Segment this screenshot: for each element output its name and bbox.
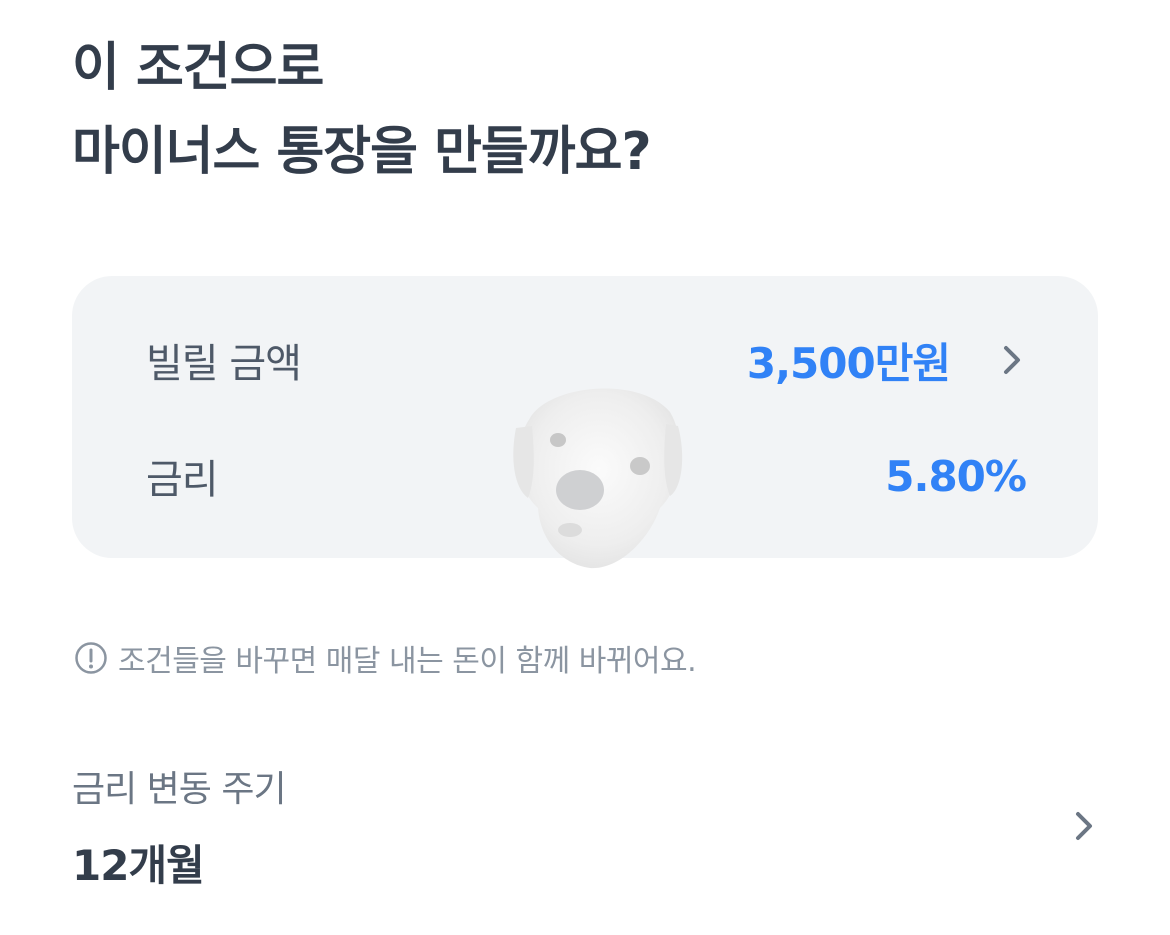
chevron-right-icon[interactable]: [1070, 806, 1098, 846]
loan-amount-label: 빌릴 금액: [146, 341, 302, 387]
rate-change-period-row[interactable]: 금리 변동 주기 12개월: [72, 760, 1098, 890]
info-circle-icon: [74, 641, 108, 675]
conditions-card: 빌릴 금액 3,500만원 금리 5.80%: [72, 276, 1098, 558]
interest-rate-label: 금리: [146, 457, 219, 503]
page-title-line-2: 마이너스 통장을 만들까요?: [72, 122, 652, 182]
rate-change-period-label: 금리 변동 주기: [72, 769, 287, 810]
notice-text: 조건들을 바꾸면 매달 내는 돈이 함께 바뀌어요.: [118, 644, 697, 679]
interest-rate-row: 금리 5.80%: [146, 446, 1027, 506]
loan-amount-value: 3,500만원: [746, 338, 951, 388]
rate-change-period-value: 12개월: [72, 841, 205, 890]
interest-rate-value: 5.80%: [885, 451, 1027, 501]
chevron-right-icon[interactable]: [998, 340, 1026, 380]
page-title: 이 조건으로 마이너스 통장을 만들까요?: [72, 26, 652, 194]
loan-amount-row[interactable]: 빌릴 금액 3,500만원: [146, 330, 1026, 390]
notice: 조건들을 바꾸면 매달 내는 돈이 함께 바뀌어요.: [74, 636, 697, 680]
page-title-line-1: 이 조건으로: [72, 38, 324, 98]
loan-confirm-screen: 이 조건으로 마이너스 통장을 만들까요? 빌릴 금액 3,500만원 금리 5…: [0, 0, 1170, 935]
